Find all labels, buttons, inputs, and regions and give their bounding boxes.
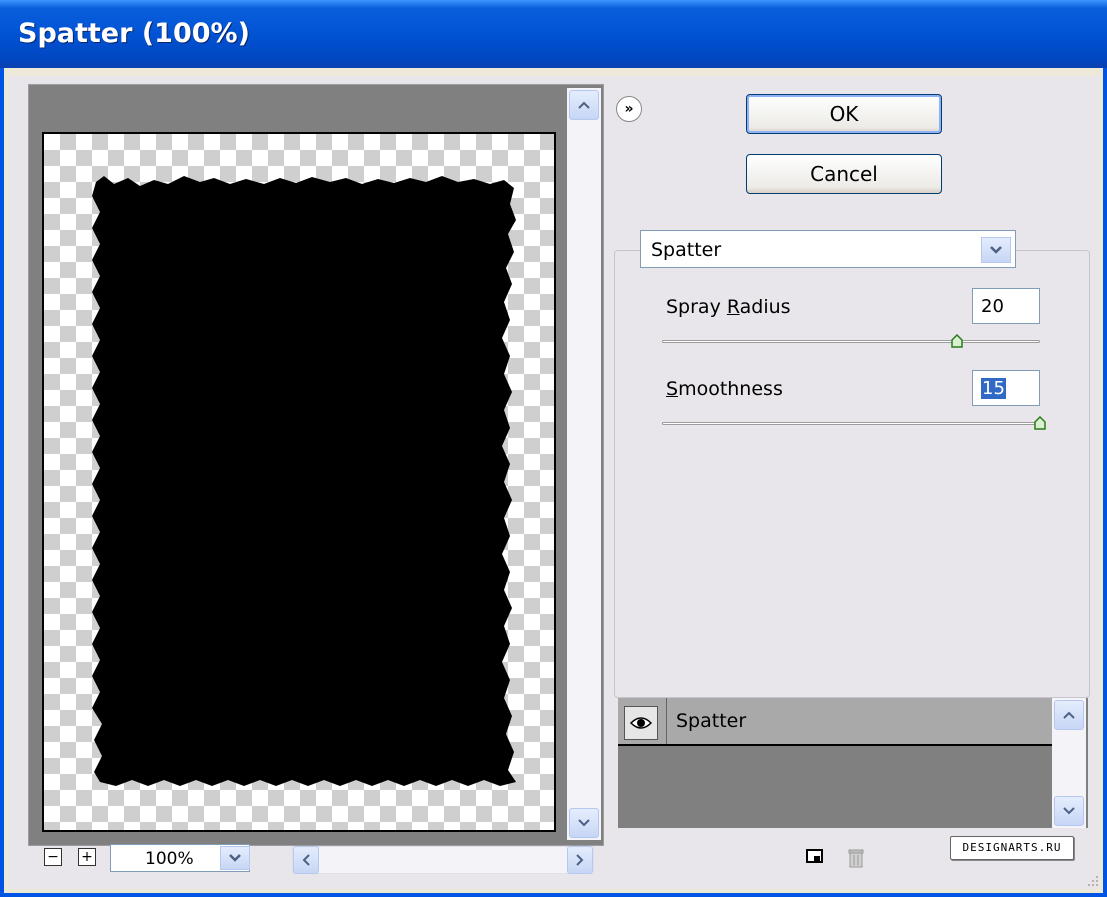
scroll-left-button[interactable] [293, 846, 319, 874]
scroll-up-icon [1063, 711, 1075, 719]
scroll-down-icon [578, 819, 590, 827]
zoom-in-button[interactable]: + [78, 848, 96, 866]
zoom-dropdown-button[interactable] [220, 846, 250, 870]
label-text: adius [739, 296, 791, 318]
preview-zoom-bar: − + 100% [30, 840, 600, 874]
layers-scroll-up-button[interactable] [1054, 700, 1084, 730]
window-title: Spatter (100%) [18, 18, 250, 49]
smoothness-label: Smoothness [666, 378, 783, 400]
scroll-down-button[interactable] [569, 808, 599, 838]
spray-radius-value: 20 [981, 296, 1004, 317]
trash-icon[interactable] [848, 848, 864, 868]
filter-dropdown-button[interactable] [981, 237, 1011, 263]
spray-radius-label: Spray Radius [666, 296, 791, 318]
dropdown-arrow-icon [990, 246, 1002, 254]
layers-scroll-down-button[interactable] [1054, 796, 1084, 826]
preview-vertical-scrollbar[interactable] [567, 88, 601, 840]
scroll-down-icon [1063, 807, 1075, 815]
spray-radius-slider[interactable] [662, 340, 1040, 343]
preview-horizontal-scrollbar[interactable] [292, 846, 594, 874]
effect-layer-row[interactable]: Spatter [618, 698, 1052, 746]
scroll-up-button[interactable] [569, 90, 599, 120]
title-bar[interactable]: Spatter (100%) [0, 0, 1107, 68]
preview-canvas[interactable] [42, 132, 556, 832]
smoothness-value: 15 [981, 378, 1006, 399]
smoothness-slider[interactable] [662, 422, 1040, 425]
ok-label: OK [829, 102, 859, 126]
effect-layer-name: Spatter [676, 710, 747, 732]
eye-icon [630, 717, 652, 729]
scroll-left-icon [302, 854, 310, 866]
label-text: moothness [678, 378, 783, 400]
zoom-out-button[interactable]: − [44, 848, 62, 866]
spray-radius-slider-thumb[interactable] [951, 334, 963, 348]
expand-chevron-icon: » [624, 101, 634, 117]
zoom-out-icon: − [47, 849, 59, 865]
zoom-in-icon: + [81, 849, 93, 865]
zoom-level-value: 100% [145, 849, 194, 869]
cancel-label: Cancel [810, 162, 878, 186]
scroll-up-icon [578, 101, 590, 109]
label-text: Spray [666, 296, 727, 318]
scroll-right-icon [576, 854, 584, 866]
new-effect-layer-icon[interactable] [806, 848, 824, 864]
smoothness-input[interactable]: 15 [972, 370, 1040, 406]
ok-button[interactable]: OK [746, 94, 942, 134]
watermark-logo: DESIGNARTS.RU [950, 836, 1074, 860]
scroll-right-button[interactable] [567, 846, 593, 874]
spatter-frame-shape [92, 176, 516, 786]
label-accel-key: R [726, 296, 740, 318]
resize-grip-icon[interactable] [1086, 874, 1100, 888]
smoothness-slider-thumb[interactable] [1034, 416, 1046, 430]
filter-select-value: Spatter [651, 239, 722, 261]
label-accel-key: S [666, 378, 679, 400]
layer-separator [666, 698, 667, 744]
layers-scrollbar[interactable] [1052, 698, 1086, 828]
dropdown-arrow-icon [229, 854, 241, 862]
cancel-button[interactable]: Cancel [746, 154, 942, 194]
spray-radius-input[interactable]: 20 [972, 288, 1040, 324]
filter-select[interactable]: Spatter [640, 230, 1016, 268]
show-hide-gallery-button[interactable]: » [616, 96, 642, 122]
layer-visibility-toggle[interactable] [624, 706, 658, 740]
